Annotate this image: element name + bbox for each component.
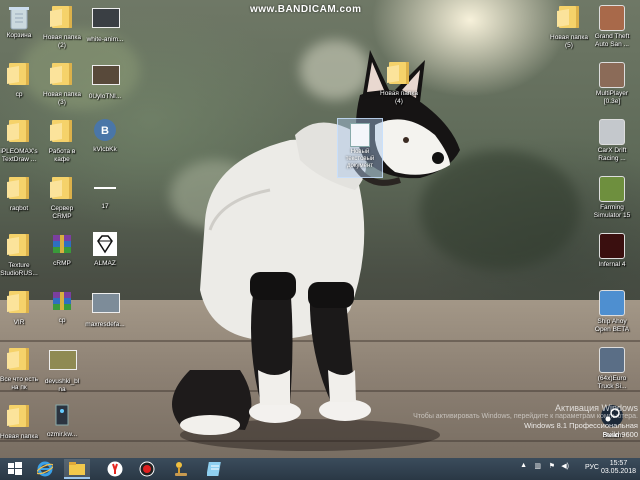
folder-icon [6,291,32,317]
desktop-icon[interactable]: Infernal 4 [583,232,640,269]
desktop-icon-new-text-document[interactable]: Новый текстовый документ [337,118,383,178]
activation-hint: Чтобы активировать Windows, перейдите к … [413,413,638,420]
folder-icon [386,62,412,88]
euro-truck-icon [599,347,625,373]
samp-icon [599,62,625,88]
desktop-icon[interactable]: Farming Simulator 15 [583,175,640,220]
yandex-icon [107,461,123,477]
clock[interactable]: 15:57 03.05.2018 [601,460,636,476]
desktop-icon[interactable]: 17 [76,175,134,211]
show-hidden-icons-icon[interactable]: ▲ [520,462,527,469]
svg-text:B: B [101,125,109,137]
image-thumb-icon [49,350,77,376]
pin-app-button[interactable] [168,459,194,479]
bandicam-button[interactable] [134,459,160,479]
text-document-icon [350,123,370,147]
notepad-button[interactable] [202,459,228,479]
folder-icon [6,120,32,146]
winrar-icon [49,232,75,258]
desktop-icon-label: white-anim... [86,36,124,43]
clock-time: 15:57 [609,460,628,467]
diamond-icon [92,232,118,258]
desktop-icon-label: devushki_bl na [44,378,80,393]
desktop-icon-label: Ship Ahoy Open BETA [594,318,630,333]
carx-icon [599,119,625,145]
folder-icon [6,177,32,203]
desktop-icon-label: 0UyloTNI... [88,93,122,100]
bandicam-watermark: www.BANDICAM.com [250,4,362,15]
desktop-icon-label: MultiPlayer [0.3e] [595,90,629,105]
desktop-icon-label: ALMAZ [94,260,116,267]
network-icon[interactable]: ▥ [534,462,541,470]
farming-sim-icon [599,176,625,202]
recycle-bin-icon [6,4,32,30]
desktop-icon-label: ozmir.kw... [46,431,78,438]
desktop-icon-label: kVlcbKk [93,146,117,153]
desktop-icon[interactable]: ALMAZ [76,232,134,268]
desktop-icon[interactable]: maxresdefa... [76,289,134,329]
desktop-icon[interactable]: BkVlcbKk [76,118,134,154]
internet-explorer-button[interactable] [32,459,58,479]
folder-icon [6,405,32,431]
desktop-icon-label: Новый текстовый документ [345,149,375,169]
desktop-icon-new-folder-4[interactable]: Новая папка (4) [370,60,428,106]
folder-icon [49,6,75,32]
image-thumb-icon [92,65,120,91]
folder-icon [69,462,85,475]
desktop-icon[interactable]: Ship Ahoy Open BETA [583,289,640,334]
volume-icon[interactable]: ◀) [561,462,569,470]
folder-icon [49,120,75,146]
blank-file-icon [92,175,118,201]
folder-icon [6,348,32,374]
record-icon [139,461,155,477]
infernal-icon [599,233,625,259]
windows-logo-icon [8,462,22,475]
desktop-icon[interactable]: CarX Drift Racing ... [583,118,640,163]
joystick-icon [175,462,187,476]
image-thumb-icon [92,8,120,34]
image-thumb-icon [92,293,120,319]
desktop-icon[interactable]: (64x)Euro Truck Si... [583,346,640,391]
ship-ahoy-icon [599,290,625,316]
desktop-icon-label: Grand Theft Auto San ... [594,33,630,48]
flag-icon[interactable]: ⚑ [549,462,555,470]
start-button[interactable] [2,459,28,479]
desktop-icon[interactable]: 0UyloTNI... [76,61,134,101]
exe-icon [49,403,75,429]
desktop-icon[interactable]: devushki_bl na [33,346,91,394]
yandex-browser-button[interactable] [102,459,128,479]
desktop-icon[interactable]: ozmir.kw... [33,403,91,439]
desktop-icon[interactable]: Grand Theft Auto San ... [583,4,640,49]
desktop-icon[interactable]: white-anim... [76,4,134,44]
os-edition: Windows 8.1 Профессиональная [524,421,638,430]
desktop-icon-label: Infernal 4 [598,261,626,268]
folder-icon [6,234,32,260]
desktop-icon-label: (64x)Euro Truck Si... [597,375,627,390]
desktop-icon-label: 17 [101,203,109,210]
notepad-icon [207,462,221,476]
vk-icon: B [92,118,118,144]
husky-dog-image [172,50,460,451]
windows-activation-notice: Активация Windows Чтобы активировать Win… [413,403,638,439]
taskbar: ▲ ▥ ⚑ ◀) РУС 15:57 03.05.2018 [0,458,640,480]
desktop-icon-label: Farming Simulator 15 [593,204,631,219]
file-explorer-button[interactable] [64,459,90,479]
os-build: Build 9600 [602,430,638,439]
ie-icon [37,461,53,477]
input-language[interactable]: РУС [585,464,599,471]
folder-icon [556,6,582,32]
folder-icon [49,63,75,89]
desktop-icon-label: maxresdefa... [85,321,125,328]
clock-date: 03.05.2018 [600,468,636,475]
winrar-icon [49,289,75,315]
folder-icon [6,63,32,89]
folder-icon [49,177,75,203]
desktop-icon-label: CarX Drift Racing ... [597,147,627,162]
desktop-icon-label: Новая папка (4) [380,90,418,105]
desktop-icon[interactable]: MultiPlayer [0.3e] [583,61,640,106]
activation-title: Активация Windows [555,403,638,413]
gta-sa-icon [599,5,625,31]
